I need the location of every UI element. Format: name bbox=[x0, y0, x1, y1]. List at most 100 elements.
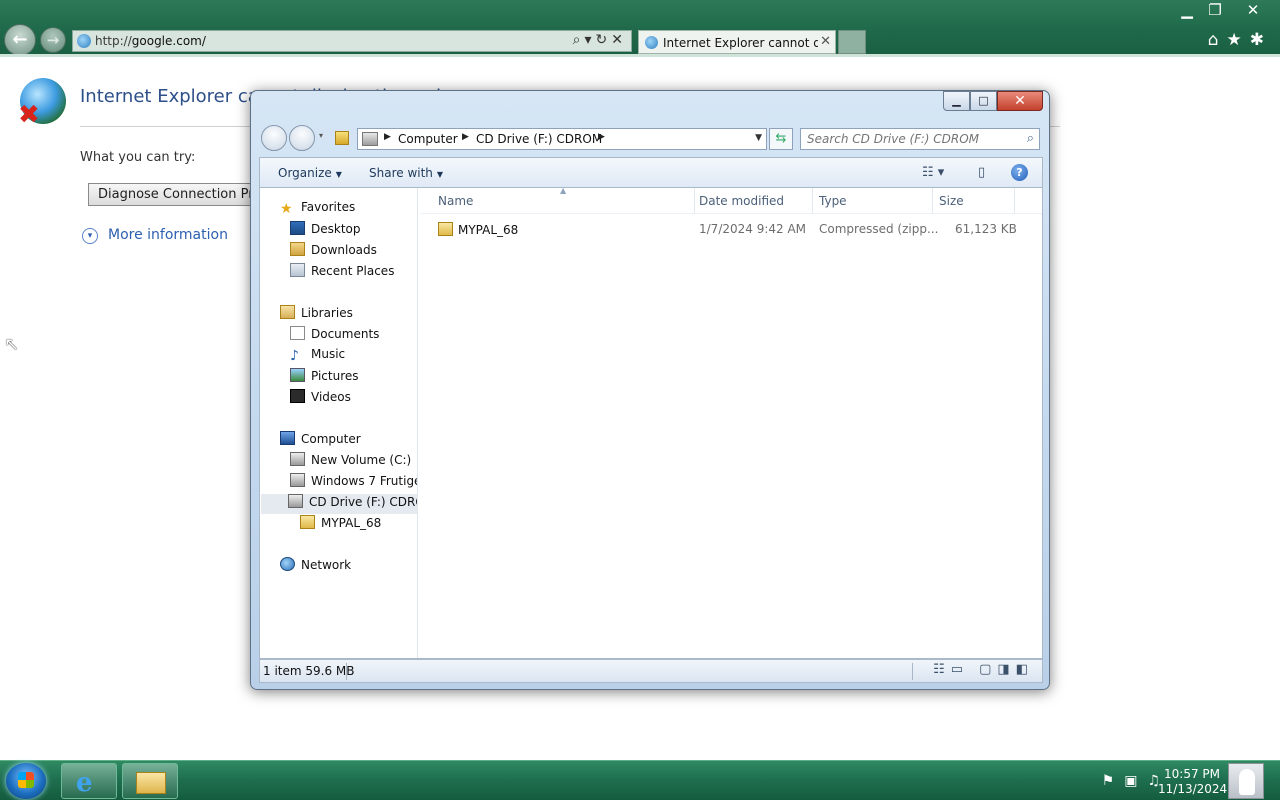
file-date-cell: 1/7/2024 9:42 AM bbox=[699, 222, 807, 236]
nav-windows7-frutiger[interactable]: Windows 7 Frutiger bbox=[290, 473, 417, 493]
breadcrumb[interactable]: ▶ Computer ▶ CD Drive (F:) CDROM ▶ ▼ bbox=[357, 128, 767, 150]
preview-pane-icon[interactable]: ▯ bbox=[978, 165, 985, 180]
favorites-star-icon[interactable]: ★ bbox=[1227, 30, 1250, 50]
address-bar[interactable]: http://google.com/ ⌕▾↻✕ bbox=[72, 30, 632, 52]
status-divider bbox=[912, 663, 913, 680]
refresh-button[interactable]: ⇆ bbox=[769, 128, 793, 150]
star-icon: ★ bbox=[280, 201, 293, 217]
documents-icon bbox=[290, 326, 305, 340]
chevron-down-icon[interactable]: ▾ bbox=[82, 228, 98, 244]
status-divider bbox=[346, 663, 347, 680]
maximize-button[interactable]: □ bbox=[970, 91, 997, 111]
user-tile[interactable] bbox=[1228, 763, 1264, 799]
action-center-flag-icon[interactable]: ⚑ bbox=[1102, 773, 1125, 789]
back-button[interactable]: ← bbox=[4, 24, 36, 56]
status-text: 1 item 59.6 MB bbox=[263, 664, 355, 678]
tools-gear-icon[interactable]: ✱ bbox=[1250, 30, 1272, 50]
forward-button[interactable]: → bbox=[40, 27, 66, 53]
explorer-forward-button[interactable] bbox=[289, 125, 315, 151]
videos-icon bbox=[290, 389, 305, 403]
navigation-pane: ★ Favorites Desktop Downloads Recent Plac… bbox=[260, 188, 418, 658]
change-view-icon[interactable]: ☷ ▾ bbox=[922, 165, 944, 180]
desktop-icon bbox=[290, 221, 305, 235]
breadcrumb-cd-drive[interactable]: CD Drive (F:) CDROM bbox=[476, 132, 602, 146]
up-folder-icon[interactable] bbox=[335, 131, 349, 145]
file-type-cell: Compressed (zipp... bbox=[819, 222, 939, 236]
folder-icon bbox=[136, 772, 166, 794]
search-box[interactable]: ⌕ bbox=[800, 128, 1040, 150]
column-separator[interactable] bbox=[812, 188, 813, 214]
file-row[interactable]: MYPAL_68 1/7/2024 9:42 AM Compressed (zi… bbox=[420, 218, 1042, 240]
breadcrumb-separator-icon[interactable]: ▶ bbox=[384, 132, 391, 142]
recent-pages-dropdown-icon[interactable]: ▾ bbox=[319, 131, 323, 140]
recent-places-icon bbox=[290, 263, 305, 277]
view-toggle-icons[interactable]: ☷▭ ▢◨◧ bbox=[933, 662, 1034, 677]
close-window-icon[interactable]: ✕ bbox=[1236, 0, 1270, 20]
taskbar-internet-explorer[interactable]: e bbox=[61, 763, 117, 799]
nav-computer[interactable]: Computer bbox=[280, 431, 361, 451]
column-date-modified[interactable]: Date modified bbox=[699, 194, 784, 208]
address-tools[interactable]: ⌕▾↻✕ bbox=[573, 32, 627, 48]
nav-favorites[interactable]: ★ Favorites bbox=[280, 200, 355, 220]
file-name-cell[interactable]: MYPAL_68 bbox=[438, 222, 518, 237]
network-icon bbox=[280, 557, 295, 571]
nav-network[interactable]: Network bbox=[280, 557, 351, 577]
address-dropdown-icon[interactable]: ▼ bbox=[755, 133, 762, 143]
breadcrumb-computer[interactable]: Computer bbox=[398, 132, 458, 146]
close-button[interactable]: ✕ bbox=[997, 91, 1043, 111]
new-tab-button[interactable] bbox=[838, 30, 866, 54]
nav-pictures[interactable]: Pictures bbox=[290, 368, 359, 388]
nav-videos[interactable]: Videos bbox=[290, 389, 351, 409]
search-input[interactable] bbox=[801, 129, 1015, 149]
column-separator[interactable] bbox=[932, 188, 933, 214]
more-information-link[interactable]: More information bbox=[108, 227, 228, 243]
ie-tab-icon bbox=[645, 36, 658, 49]
user-icon bbox=[1239, 769, 1255, 795]
nav-downloads[interactable]: Downloads bbox=[290, 242, 377, 262]
network-tray-icon[interactable]: ▣ bbox=[1124, 773, 1147, 789]
column-size[interactable]: Size bbox=[939, 194, 964, 208]
nav-cd-drive[interactable]: CD Drive (F:) CDROM bbox=[261, 494, 417, 514]
downloads-icon bbox=[290, 242, 305, 256]
taskbar-windows-explorer[interactable] bbox=[122, 763, 178, 799]
command-bar: Organize ▼ Share with ▼ ☷ ▾ ▯ ? bbox=[259, 157, 1043, 187]
start-button[interactable] bbox=[6, 763, 46, 799]
mouse-cursor-icon: ↖ bbox=[4, 334, 20, 355]
column-separator[interactable] bbox=[694, 188, 695, 214]
tab-error-page[interactable]: Internet Explorer cannot dis... ✕ bbox=[638, 30, 836, 54]
nav-desktop[interactable]: Desktop bbox=[290, 221, 361, 241]
organize-menu[interactable]: Organize ▼ bbox=[278, 166, 342, 180]
url-text[interactable]: http://google.com/ bbox=[95, 34, 206, 48]
breadcrumb-separator-icon[interactable]: ▶ bbox=[598, 132, 605, 142]
sort-indicator-icon: ▲ bbox=[560, 186, 567, 195]
nav-music[interactable]: ♪ Music bbox=[290, 347, 345, 367]
column-name[interactable]: Name bbox=[438, 194, 473, 208]
close-tab-icon[interactable]: ✕ bbox=[820, 34, 831, 49]
nav-new-volume[interactable]: New Volume (C:) bbox=[290, 452, 411, 472]
home-icon[interactable]: ⌂ bbox=[1208, 30, 1227, 50]
column-type[interactable]: Type bbox=[819, 194, 847, 208]
music-icon: ♪ bbox=[290, 348, 299, 364]
breadcrumb-separator-icon[interactable]: ▶ bbox=[462, 132, 469, 142]
cd-drive-icon bbox=[362, 132, 378, 146]
nav-libraries[interactable]: Libraries bbox=[280, 305, 353, 325]
search-icon[interactable]: ⌕ bbox=[1027, 131, 1034, 146]
ie-page-icon bbox=[77, 34, 91, 48]
clock[interactable]: 10:57 PM 11/13/2024 bbox=[1158, 767, 1227, 797]
nav-mypal-folder[interactable]: MYPAL_68 bbox=[300, 515, 381, 535]
share-with-menu[interactable]: Share with ▼ bbox=[369, 166, 443, 180]
minimize-button[interactable]: ▁ bbox=[943, 91, 970, 111]
nav-documents[interactable]: Documents bbox=[290, 326, 379, 346]
help-icon[interactable]: ? bbox=[1011, 164, 1028, 181]
restore-icon[interactable]: ❐ bbox=[1198, 0, 1232, 20]
clock-time: 10:57 PM bbox=[1164, 767, 1220, 781]
internet-explorer-icon: e bbox=[76, 768, 93, 798]
nav-recent-places[interactable]: Recent Places bbox=[290, 263, 394, 283]
windows-logo-icon bbox=[18, 772, 34, 788]
explorer-back-button[interactable] bbox=[261, 125, 287, 151]
hard-drive-icon bbox=[290, 452, 305, 466]
window-controls: ▁ □ ✕ bbox=[943, 91, 1043, 111]
file-size-cell: 61,123 KB bbox=[955, 222, 1017, 236]
explorer-content: ★ Favorites Desktop Downloads Recent Plac… bbox=[259, 186, 1043, 659]
column-separator[interactable] bbox=[1014, 188, 1015, 214]
